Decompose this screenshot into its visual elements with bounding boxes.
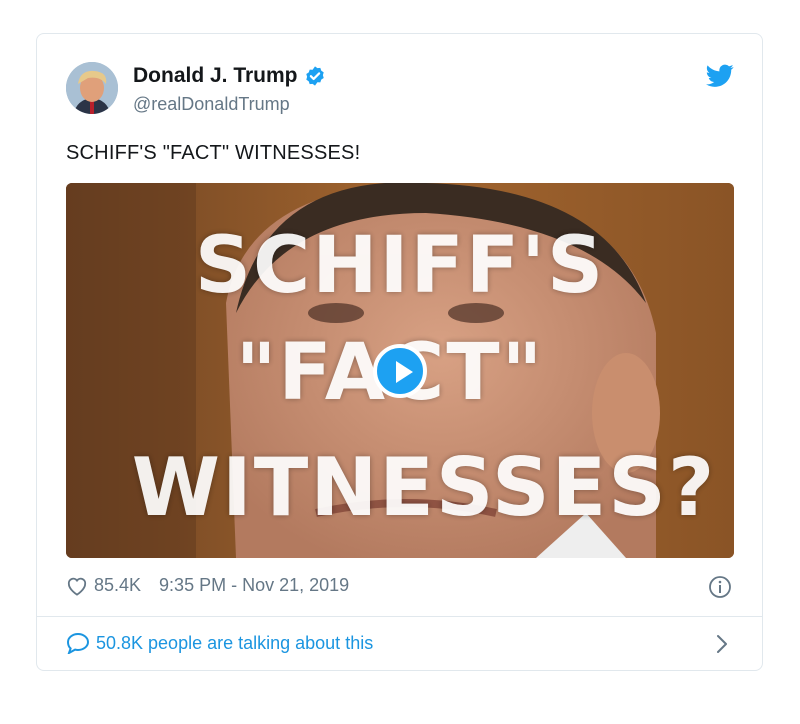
- info-icon[interactable]: [708, 575, 732, 599]
- heart-icon[interactable]: [66, 576, 88, 596]
- conversation-link[interactable]: 50.8K people are talking about this: [66, 632, 373, 654]
- overlay-line-3: WITNESSES?: [131, 441, 717, 534]
- avatar[interactable]: [66, 62, 118, 114]
- play-icon[interactable]: [373, 344, 427, 398]
- reply-bubble-icon: [66, 632, 90, 654]
- author-name[interactable]: Donald J. Trump: [133, 64, 298, 88]
- author-handle[interactable]: @realDonaldTrump: [133, 94, 290, 115]
- like-count[interactable]: 85.4K: [94, 575, 141, 596]
- tweet-text: SCHIFF'S "FACT" WITNESSES!: [66, 142, 361, 164]
- tweet-card[interactable]: Donald J. Trump @realDonaldTrump SCHIFF'…: [36, 33, 763, 671]
- chevron-right-icon[interactable]: [714, 633, 730, 655]
- video-thumbnail[interactable]: SCHIFF'S "FACT" WITNESSES?: [66, 183, 734, 558]
- timestamp[interactable]: 9:35 PM - Nov 21, 2019: [159, 575, 349, 596]
- divider: [37, 616, 762, 617]
- verified-badge-icon: [305, 66, 324, 86]
- overlay-line-1: SCHIFF'S: [194, 221, 606, 311]
- conversation-text[interactable]: 50.8K people are talking about this: [96, 633, 373, 654]
- twitter-bird-icon[interactable]: [706, 64, 734, 88]
